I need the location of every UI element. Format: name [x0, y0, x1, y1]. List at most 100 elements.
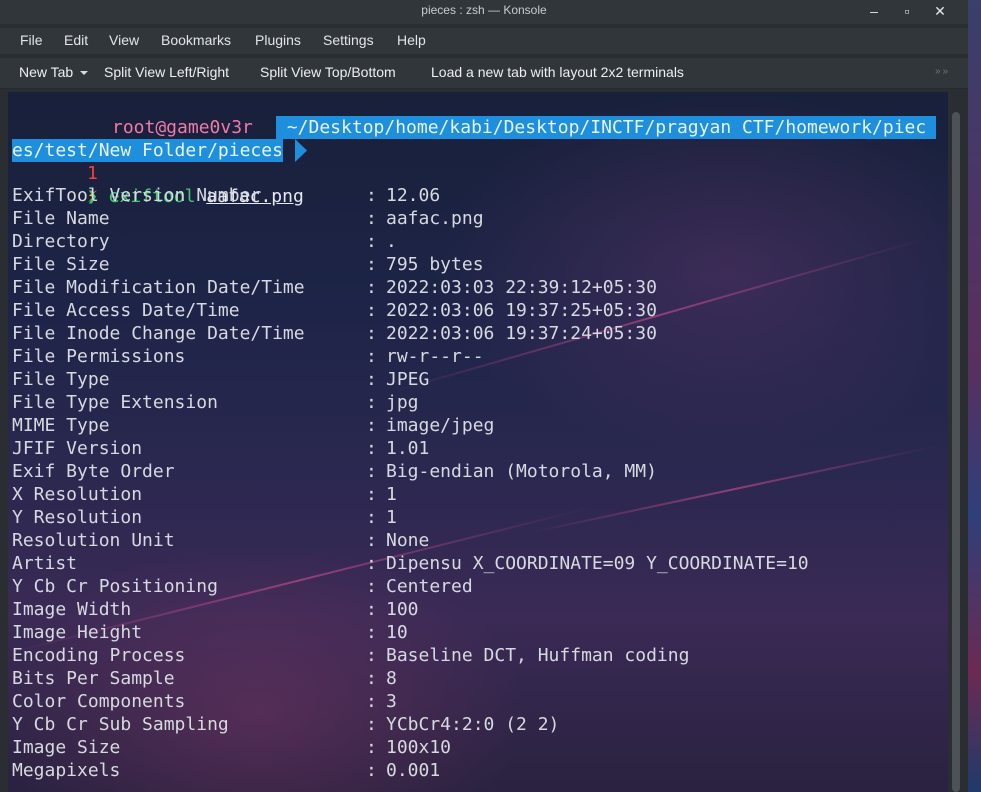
layout-2x2-button[interactable]: Load a new tab with layout 2x2 terminals: [431, 64, 684, 80]
exif-value: 3: [386, 691, 397, 712]
exif-separator: :: [366, 369, 377, 390]
exif-row: Bits Per Sample:8: [12, 667, 397, 690]
exif-row: Y Resolution:1: [12, 506, 397, 529]
split-top-bottom-button[interactable]: Split View Top/Bottom: [260, 64, 396, 80]
exif-key: Y Resolution: [12, 507, 143, 528]
menu-edit[interactable]: Edit: [64, 32, 88, 48]
scrollbar-thumb[interactable]: [952, 112, 960, 792]
exif-row: Y Cb Cr Positioning: Centered: [12, 575, 473, 598]
menu-settings[interactable]: Settings: [323, 32, 374, 48]
exif-value: Centered: [386, 576, 473, 597]
exif-row: File Access Date/Time:2022:03:06 19:37:2…: [12, 299, 657, 322]
menu-view[interactable]: View: [109, 32, 139, 48]
exif-value: 100x10: [386, 737, 452, 758]
exif-separator: :: [366, 737, 377, 758]
exif-separator: :: [366, 277, 377, 298]
terminal-view[interactable]: ✘ 1 ⚡ root@game0v3r ~/Desktop/home/kabi/…: [8, 92, 948, 792]
exif-separator: :: [366, 231, 377, 252]
exif-row: File Name: aafac.png: [12, 207, 484, 230]
exif-key: Y Cb Cr Sub Sampling: [12, 714, 229, 735]
exif-separator: :: [366, 576, 377, 597]
exif-key: Resolution Unit: [12, 530, 175, 551]
title-bar[interactable]: pieces : zsh — Konsole ‒ ▫ ✕: [0, 0, 968, 24]
exif-separator: :: [366, 484, 377, 505]
new-tab-button[interactable]: New Tab: [19, 64, 89, 80]
exif-separator: :: [366, 760, 377, 781]
exif-row: Image Width:100: [12, 598, 419, 621]
exif-key: Artist: [12, 553, 78, 574]
split-left-right-button[interactable]: Split View Left/Right: [104, 64, 229, 80]
exif-value: .: [386, 231, 397, 252]
exif-separator: :: [366, 507, 377, 528]
exif-key: File Size: [12, 254, 110, 275]
exif-row: File Size:795 bytes: [12, 253, 484, 276]
chevron-down-icon: [80, 71, 89, 76]
prompt-path-text: es/test/New Folder/pieces: [12, 140, 283, 161]
exif-value: rw-r--r--: [386, 346, 484, 367]
menu-bar: File Edit View Bookmarks Plugins Setting…: [0, 28, 968, 54]
exif-row: Resolution Unit: None: [12, 529, 429, 552]
minimize-button[interactable]: ‒: [863, 1, 885, 21]
exif-value: aafac.png: [386, 208, 484, 229]
exif-key: Directory: [12, 231, 110, 252]
exif-separator: :: [366, 254, 377, 275]
exif-value: 2022:03:03 22:39:12+05:30: [386, 277, 657, 298]
exif-key: Megapixels: [12, 760, 121, 781]
exif-separator: :: [366, 691, 377, 712]
prompt-path-continued: es/test/New Folder/pieces: [12, 139, 283, 162]
exif-row: Megapixels:0.001: [12, 759, 440, 782]
exif-separator: :: [366, 714, 377, 735]
exif-key: File Access Date/Time: [12, 300, 240, 321]
exif-key: File Permissions: [12, 346, 186, 367]
terminal-scrollbar[interactable]: [950, 92, 962, 792]
exif-value: 795 bytes: [386, 254, 484, 275]
new-tab-label: New Tab: [19, 64, 74, 80]
exif-row: Image Size:100x10: [12, 736, 451, 759]
exif-value: Baseline DCT, Huffman coding: [386, 645, 690, 666]
exif-key: Image Height: [12, 622, 143, 643]
exif-separator: :: [366, 323, 377, 344]
exif-key: X Resolution: [12, 484, 143, 505]
exif-row: File Permissions: rw-r--r--: [12, 345, 484, 368]
exif-value: 1: [386, 484, 397, 505]
exif-separator: :: [366, 300, 377, 321]
exif-key: Color Components: [12, 691, 186, 712]
exif-row: File Inode Change Date/Time:2022:03:06 1…: [12, 322, 657, 345]
exif-key: File Type Extension: [12, 392, 218, 413]
menu-plugins[interactable]: Plugins: [255, 32, 301, 48]
menu-bookmarks[interactable]: Bookmarks: [161, 32, 231, 48]
exif-separator: :: [366, 208, 377, 229]
exif-value: JPEG: [386, 369, 430, 390]
exif-value: 0.001: [386, 760, 441, 781]
exif-value: 100: [386, 599, 419, 620]
exif-value: 8: [386, 668, 397, 689]
exif-key: File Name: [12, 208, 110, 229]
prompt-user-host: root@game0v3r: [112, 117, 253, 138]
exif-row: File Type Extension: jpg: [12, 391, 419, 414]
exif-row: Exif Byte Order: Big-endian (Motorola, MM…: [12, 460, 657, 483]
desktop-wallpaper: [966, 0, 981, 792]
exif-separator: :: [366, 622, 377, 643]
menu-help[interactable]: Help: [397, 32, 426, 48]
exif-separator: :: [366, 392, 377, 413]
exif-value: 1.01: [386, 438, 430, 459]
close-button[interactable]: ✕: [929, 1, 951, 21]
exif-row: Color Components:3: [12, 690, 397, 713]
toolbar-overflow-icon[interactable]: »»: [935, 66, 950, 77]
main-toolbar: New Tab Split View Left/Right Split View…: [0, 58, 968, 89]
exif-key: Encoding Process: [12, 645, 186, 666]
exif-separator: :: [366, 530, 377, 551]
exif-key: File Inode Change Date/Time: [12, 323, 305, 344]
exif-separator: :: [366, 461, 377, 482]
exif-key: ExifTool Version Number: [12, 185, 262, 206]
maximize-button[interactable]: ▫: [896, 1, 918, 21]
exif-separator: :: [366, 415, 377, 436]
exif-key: JFIF Version: [12, 438, 143, 459]
exif-row: JFIF Version:1.01: [12, 437, 429, 460]
exif-row: Encoding Process: Baseline DCT, Huffman c…: [12, 644, 689, 667]
exif-key: Bits Per Sample: [12, 668, 175, 689]
exif-value: 12.06: [386, 185, 441, 206]
menu-file[interactable]: File: [20, 32, 43, 48]
exif-separator: :: [366, 668, 377, 689]
konsole-window: pieces : zsh — Konsole ‒ ▫ ✕ File Edit V…: [0, 0, 968, 792]
